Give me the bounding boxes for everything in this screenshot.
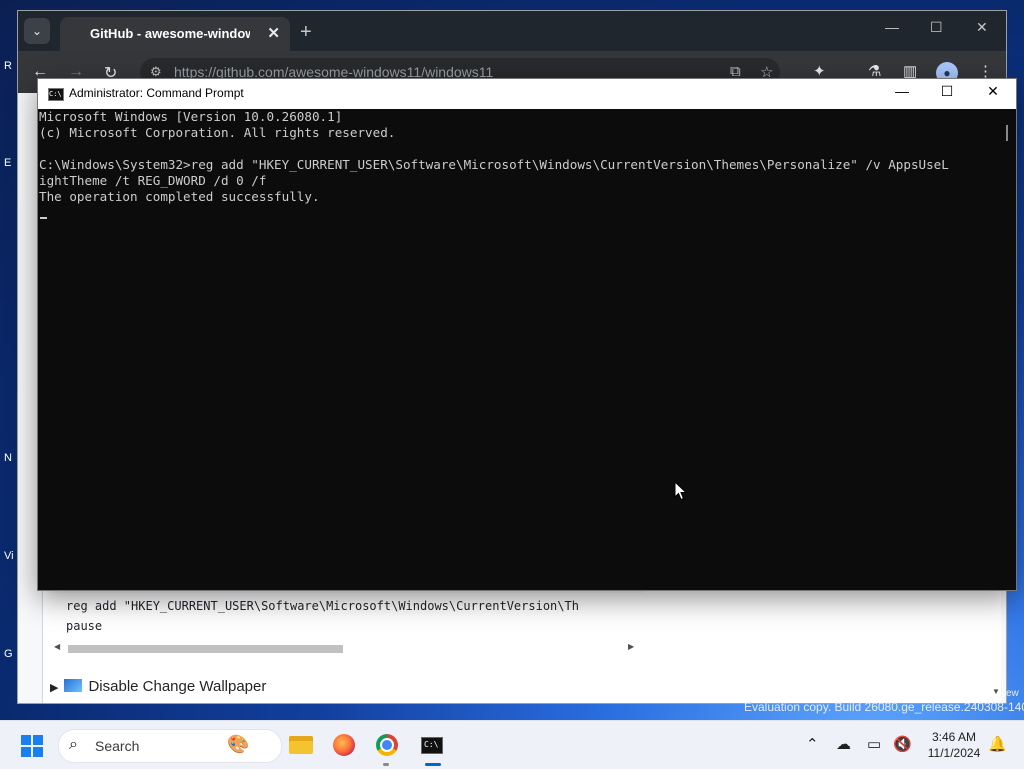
details-label: Disable Change Wallpaper: [88, 678, 267, 695]
browser-maximize-button[interactable]: ☐: [930, 19, 943, 36]
cmd-maximize-button[interactable]: ☐: [924, 83, 970, 100]
console-line: ightTheme /t REG_DWORD /d 0 /f: [39, 173, 267, 188]
file-explorer-button[interactable]: [285, 729, 317, 761]
scroll-right-icon[interactable]: ▶: [628, 642, 634, 651]
command-prompt-icon: C:\: [48, 88, 64, 101]
search-icon: ⌕: [69, 736, 78, 753]
expand-triangle-icon[interactable]: ▶: [50, 682, 58, 694]
taskbar: ⌕ Search 🎨 C:\ ⌃ ☁ ▭ 🔇 3:46 AM 11/1/2024…: [0, 720, 1024, 769]
chrome-button[interactable]: [371, 729, 403, 761]
command-prompt-button[interactable]: C:\: [416, 729, 448, 761]
extensions-icon[interactable]: ✦: [813, 62, 826, 80]
cloud-offline-icon[interactable]: ☁: [836, 735, 851, 753]
command-prompt-icon: C:\: [421, 736, 443, 754]
site-info-icon[interactable]: ⚙: [150, 64, 162, 80]
desktop-icon-label[interactable]: G: [4, 648, 18, 660]
chrome-icon: [376, 734, 398, 756]
labs-flask-icon[interactable]: ⚗: [868, 62, 881, 80]
desktop-icon-label[interactable]: R: [4, 60, 18, 72]
evaluation-watermark: Evaluation copy. Build 26080.ge_release.…: [744, 700, 1024, 714]
cmd-title-bar[interactable]: C:\ Administrator: Command Prompt — ☐ ✕: [38, 79, 1016, 109]
desktop-icon-label[interactable]: N: [4, 452, 18, 464]
close-tab-icon[interactable]: ✕: [267, 24, 280, 42]
text-cursor: [40, 217, 47, 219]
details-disable-change-wallpaper[interactable]: ▶ Disable Change Wallpaper: [50, 678, 266, 695]
scrollbar-thumb[interactable]: [68, 645, 343, 653]
active-indicator: [425, 763, 441, 766]
search-label: Search: [95, 738, 140, 754]
chevron-down-icon: ⌄: [31, 24, 43, 38]
scrollbar-thumb[interactable]: [1006, 125, 1008, 141]
desktop-icon-label[interactable]: E: [4, 157, 18, 169]
console-line: Microsoft Windows [Version 10.0.26080.1]: [39, 109, 343, 124]
command-prompt-window[interactable]: C:\ Administrator: Command Prompt — ☐ ✕ …: [38, 79, 1016, 590]
browser-close-button[interactable]: ✕: [976, 19, 988, 36]
running-indicator: [383, 763, 389, 766]
network-icon[interactable]: ▭: [867, 735, 881, 753]
clock-time: 3:46 AM: [931, 730, 977, 744]
taskbar-search-box[interactable]: ⌕ Search 🎨: [58, 729, 282, 763]
install-app-icon[interactable]: ⧉: [730, 63, 741, 80]
cmd-vertical-scrollbar[interactable]: [998, 109, 1016, 590]
cmd-window-title: Administrator: Command Prompt: [69, 86, 244, 100]
side-panel-icon[interactable]: ▥: [903, 62, 917, 80]
code-line: reg add "HKEY_CURRENT_USER\Software\Micr…: [66, 599, 579, 613]
cmd-minimize-button[interactable]: —: [879, 83, 925, 99]
tab-title: GitHub - awesome-windows11: [90, 26, 250, 41]
cmd-close-button[interactable]: ✕: [970, 83, 1016, 100]
folder-icon: [289, 736, 313, 754]
system-clock[interactable]: 3:46 AM 11/1/2024: [918, 729, 990, 761]
more-menu-icon[interactable]: ⋮: [978, 62, 993, 80]
firefox-button[interactable]: [328, 729, 360, 761]
search-highlight-icon: 🎨: [227, 734, 250, 754]
url-text[interactable]: https://github.com/awesome-windows11/win…: [174, 64, 493, 80]
show-hidden-icons-chevron-icon[interactable]: ⌃: [806, 735, 819, 753]
tab-github[interactable]: GitHub - awesome-windows11 ✕: [60, 17, 290, 51]
tab-search-button[interactable]: ⌄: [24, 18, 50, 44]
console-line: (c) Microsoft Corporation. All rights re…: [39, 125, 396, 140]
clock-date: 11/1/2024: [927, 746, 981, 760]
wallpaper-emoji-icon: [64, 679, 83, 692]
console-line: The operation completed successfully.: [39, 189, 320, 204]
desktop-icon-label: ew: [1006, 688, 1019, 699]
tab-bar: ⌄ GitHub - awesome-windows11 ✕ + — ☐ ✕: [18, 11, 1006, 51]
code-line: pause: [66, 619, 103, 633]
notification-bell-icon[interactable]: 🔔: [988, 735, 1007, 753]
firefox-icon: [333, 734, 355, 756]
volume-muted-icon[interactable]: 🔇: [893, 735, 912, 753]
console-line: C:\Windows\System32>reg add "HKEY_CURREN…: [39, 157, 949, 172]
browser-minimize-button[interactable]: —: [885, 19, 899, 35]
new-tab-button[interactable]: +: [300, 21, 312, 44]
desktop-icon-label[interactable]: Vi: [4, 550, 18, 562]
scroll-left-icon[interactable]: ◀: [54, 642, 60, 651]
console-output[interactable]: Microsoft Windows [Version 10.0.26080.1]…: [39, 109, 997, 590]
windows-start-icon[interactable]: [21, 735, 43, 757]
code-horizontal-scrollbar[interactable]: ◀ ▶: [50, 641, 643, 655]
scroll-down-icon[interactable]: ▼: [992, 687, 1000, 696]
